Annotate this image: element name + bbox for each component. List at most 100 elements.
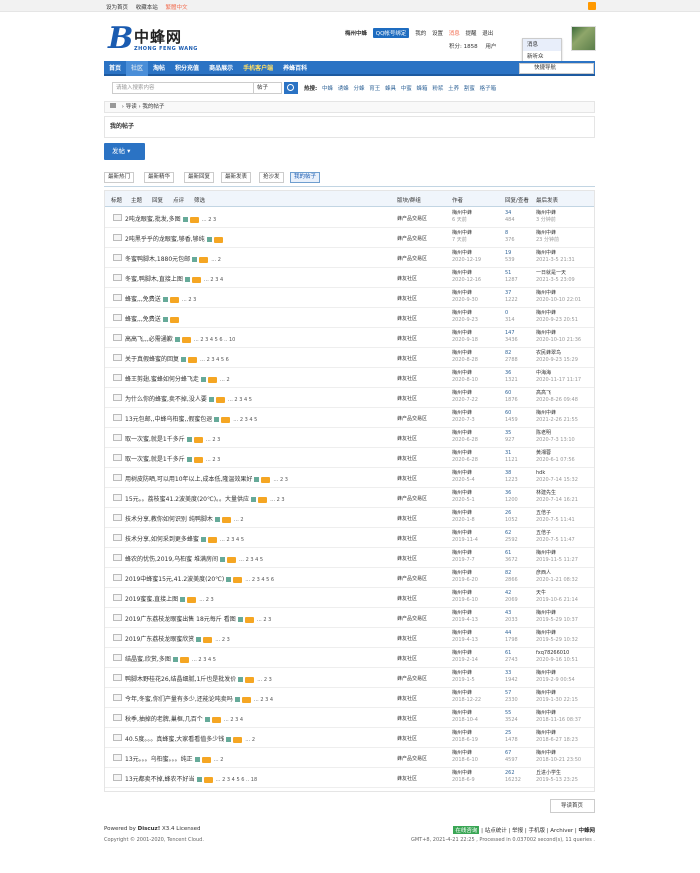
thread-title[interactable]: 蜂王剪翅,蜜蜂如何分蜂飞走 bbox=[125, 376, 199, 383]
thread-title[interactable]: 2吨黑乎乎的龙眼蜜,够香,够纯 bbox=[125, 236, 205, 243]
reply-count[interactable]: 262 bbox=[505, 770, 521, 777]
thread-pages[interactable]: … 2 3 4 bbox=[204, 277, 223, 283]
folder-icon[interactable] bbox=[113, 414, 122, 421]
online-consult-badge[interactable]: 在线咨询 bbox=[453, 826, 480, 834]
last-post-date[interactable]: 2020-11-17 11:17 bbox=[536, 377, 581, 384]
thread-pages[interactable]: … 2 bbox=[234, 517, 244, 523]
hot-item[interactable]: 割蜜 bbox=[464, 86, 475, 92]
last-post-user[interactable]: 梅州中蜂 bbox=[536, 710, 581, 717]
thread-title[interactable]: 关于真假蜂蜜的回复 bbox=[125, 356, 179, 363]
thread-pages[interactable]: … 2 3 bbox=[206, 457, 221, 463]
last-post-date[interactable]: 2020-8-26 09:48 bbox=[536, 397, 578, 404]
thread-author[interactable]: 梅州中蜂 bbox=[452, 770, 475, 777]
thread-author[interactable]: 梅州中蜂 bbox=[452, 350, 478, 357]
nav-item-mobile[interactable]: 手机客户端 bbox=[238, 61, 278, 76]
last-post-date[interactable]: 2019-1-30 22:15 bbox=[536, 697, 578, 704]
reply-count[interactable]: 60 bbox=[505, 390, 518, 397]
filter-menu[interactable]: 筛选 bbox=[194, 196, 205, 204]
last-post-user[interactable]: 丘进小学生 bbox=[536, 770, 578, 777]
thread-title[interactable]: 蜂农的忧伤,2019,乌桕蜜 堆满房间 bbox=[125, 556, 218, 563]
reply-count[interactable]: 36 bbox=[505, 370, 518, 377]
thread-title[interactable]: 取一次蜜,就是1千多斤 bbox=[125, 456, 185, 463]
last-post-user[interactable]: 天牛 bbox=[536, 590, 578, 597]
last-post-date[interactable]: 2020-10-10 22:01 bbox=[536, 297, 581, 304]
reply-count[interactable]: 25 bbox=[505, 730, 518, 737]
thread-pages[interactable]: … 2 3 bbox=[206, 437, 221, 443]
reply-count[interactable]: 8 bbox=[505, 230, 515, 237]
hot-item[interactable]: 育王 bbox=[369, 86, 380, 92]
reply-count[interactable]: 44 bbox=[505, 630, 518, 637]
thread-pages[interactable]: … 2 3 4 5 bbox=[220, 537, 244, 543]
thread-pages[interactable]: … 2 3 bbox=[270, 497, 285, 503]
last-post-date[interactable]: 2018-6-27 18:23 bbox=[536, 737, 578, 744]
thread-title[interactable]: 2019蜜蜜,直接上图 bbox=[125, 596, 178, 603]
last-post-user[interactable]: 梅州中蜂 bbox=[536, 690, 578, 697]
last-post-date[interactable]: 2020-9-16 10:51 bbox=[536, 657, 578, 664]
folder-icon[interactable] bbox=[113, 714, 122, 721]
reply-count[interactable]: 67 bbox=[505, 750, 518, 757]
last-post-user[interactable]: 五倍子 bbox=[536, 510, 575, 517]
tab-digest[interactable]: 最新精华 bbox=[144, 172, 175, 183]
last-post-date[interactable]: 2018-10-21 23:50 bbox=[536, 757, 581, 764]
folder-icon[interactable] bbox=[113, 534, 122, 541]
thread-title[interactable]: 秋季,抽掉的老脾,巢框,几百个 bbox=[125, 716, 203, 723]
nav-item-community[interactable]: 社区 bbox=[126, 61, 149, 76]
hot-item[interactable]: 蜂箱 bbox=[417, 86, 428, 92]
last-post-user[interactable]: 彦西人 bbox=[536, 570, 578, 577]
thread-forum[interactable]: 蜂产品交易区 bbox=[397, 575, 427, 582]
reply-count[interactable]: 51 bbox=[505, 270, 518, 277]
last-post-user[interactable]: 梅州中蜂 bbox=[536, 630, 578, 637]
last-post-date[interactable]: 2020-7-5 11:47 bbox=[536, 537, 575, 544]
thread-forum[interactable]: 蜂友社区 bbox=[397, 695, 417, 702]
reply-count[interactable]: 57 bbox=[505, 690, 518, 697]
thread-author[interactable]: 梅州中蜂 bbox=[452, 570, 478, 577]
folder-icon[interactable] bbox=[113, 494, 122, 501]
thread-title[interactable]: 2019中蜂蜜15元,41.2波美度(20℃) bbox=[125, 576, 224, 583]
last-post-user[interactable]: 黄湘蓉 bbox=[536, 450, 575, 457]
thread-pages[interactable]: … 2 bbox=[220, 377, 230, 383]
last-post-date[interactable]: 23 分钟前 bbox=[536, 237, 559, 244]
user-group[interactable]: 用户 bbox=[485, 44, 496, 50]
thread-title[interactable]: 2019广东荔枝龙眼蜜欣赏 bbox=[125, 636, 194, 643]
folder-icon[interactable] bbox=[113, 574, 122, 581]
popup-item-message[interactable]: 消息 bbox=[523, 39, 561, 51]
thread-pages[interactable]: … 2 3 4 bbox=[224, 717, 243, 723]
thread-title[interactable]: 技术分享,如何采到更多蜂蜜 bbox=[125, 536, 199, 543]
thread-pages[interactable]: … 2 3 bbox=[273, 477, 288, 483]
thread-title[interactable]: 蜂蜜,,,免费送 bbox=[125, 296, 161, 303]
thread-pages[interactable]: … 2 3 4 5 bbox=[192, 657, 216, 663]
qq-bind-button[interactable]: QQ帐号绑定 bbox=[372, 28, 410, 38]
lang-switch-link[interactable]: 繁體中文 bbox=[166, 5, 188, 11]
last-post-date[interactable]: 2020-9-23 20:51 bbox=[536, 317, 578, 324]
thread-title[interactable]: 40.5度。。。真蜂蜜,大家看看值多少钱 bbox=[125, 736, 224, 743]
reply-count[interactable]: 34 bbox=[505, 210, 515, 217]
thread-title[interactable]: 2019广东荔枝龙眼蜜出售 18元每斤 看图 bbox=[125, 616, 236, 623]
thread-author[interactable]: 梅州中蜂 bbox=[452, 690, 481, 697]
rss-icon[interactable] bbox=[588, 2, 596, 10]
thread-forum[interactable]: 蜂友社区 bbox=[397, 535, 417, 542]
folder-icon[interactable] bbox=[113, 774, 122, 781]
thread-title[interactable]: 今年,冬蜜,你们产量有多少,还能论吨卖吗 bbox=[125, 696, 233, 703]
thread-pages[interactable]: … 2 3 4 5 6 bbox=[200, 357, 229, 363]
thread-pages[interactable]: … 2 3 4 bbox=[254, 697, 273, 703]
folder-icon[interactable] bbox=[113, 374, 122, 381]
thread-author[interactable]: 梅州中蜂 bbox=[452, 230, 472, 237]
thread-title[interactable]: 高高飞,,,必需通歉 bbox=[125, 336, 173, 343]
footer-link-list[interactable]: | 站点统计 | 举报 | 手机版 | Archiver | bbox=[481, 828, 577, 834]
hot-item[interactable]: 蜂具 bbox=[385, 86, 396, 92]
last-post-user[interactable]: 梅州中蜂 bbox=[536, 750, 581, 757]
reply-count[interactable]: 60 bbox=[505, 410, 518, 417]
folder-icon[interactable] bbox=[113, 394, 122, 401]
folder-icon[interactable] bbox=[113, 694, 122, 701]
thread-pages[interactable]: … 2 3 bbox=[202, 217, 217, 223]
last-post-date[interactable]: 2020-1-21 08:32 bbox=[536, 577, 578, 584]
bookmark-link[interactable]: 收藏本站 bbox=[136, 5, 158, 11]
thread-author[interactable]: 梅州中蜂 bbox=[452, 670, 475, 677]
nav-item-products[interactable]: 商品展示 bbox=[204, 61, 238, 76]
thread-author[interactable]: 梅州中蜂 bbox=[452, 590, 478, 597]
last-post-user[interactable]: 梅州中蜂 bbox=[536, 550, 578, 557]
thread-title[interactable]: 用树皮防晒,可以用10年以上,成本低,隆温效果好 bbox=[125, 476, 252, 483]
last-post-date[interactable]: 2020-7-14 15:32 bbox=[536, 477, 578, 484]
last-post-user[interactable]: 林建先生 bbox=[536, 490, 578, 497]
thread-author[interactable]: 梅州中蜂 bbox=[452, 610, 478, 617]
